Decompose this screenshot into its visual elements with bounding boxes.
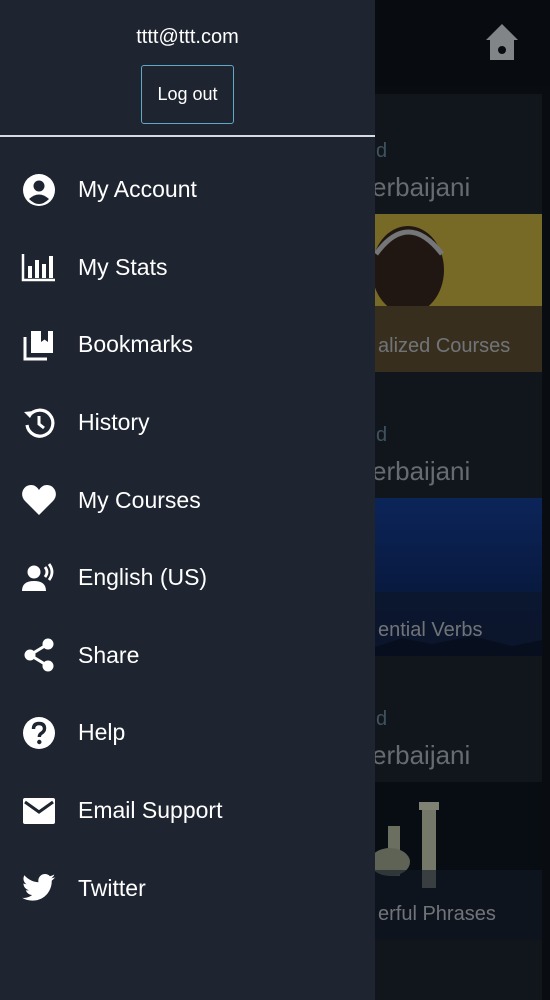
- voice-language-icon: [20, 559, 58, 597]
- menu-item-twitter[interactable]: Twitter: [0, 849, 375, 927]
- menu-item-my-stats[interactable]: My Stats: [0, 229, 375, 307]
- heart-icon: [20, 481, 58, 519]
- bar-chart-icon: [20, 248, 58, 286]
- history-icon: [20, 404, 58, 442]
- menu-item-label: My Stats: [78, 253, 168, 280]
- help-icon: [20, 714, 58, 752]
- menu-item-my-courses[interactable]: My Courses: [0, 461, 375, 539]
- menu-item-label: Help: [78, 719, 126, 746]
- menu-item-label: Bookmarks: [78, 331, 194, 358]
- drawer-header: tttt@ttt.com Log out: [0, 0, 375, 137]
- menu-item-label: English (US): [78, 564, 208, 591]
- menu-item-label: Share: [78, 641, 140, 668]
- menu-item-label: Email Support: [78, 797, 223, 824]
- menu-item-label: History: [78, 409, 150, 436]
- twitter-icon: [20, 869, 58, 907]
- account-circle-icon: [20, 171, 58, 209]
- menu-item-history[interactable]: History: [0, 384, 375, 462]
- menu-item-label: My Courses: [78, 486, 201, 513]
- app-screen: d erbaijani alized Courses d erbaijani e…: [0, 0, 550, 1000]
- bookmarks-icon: [20, 326, 58, 364]
- drawer-menu: My Account My Stats Bookmarks History My…: [0, 137, 375, 927]
- menu-item-my-account[interactable]: My Account: [0, 151, 375, 229]
- menu-item-help[interactable]: Help: [0, 694, 375, 772]
- user-email: tttt@ttt.com: [136, 26, 239, 48]
- email-icon: [20, 792, 58, 830]
- menu-item-bookmarks[interactable]: Bookmarks: [0, 306, 375, 384]
- logout-button[interactable]: Log out: [141, 65, 234, 124]
- menu-item-label: My Account: [78, 176, 197, 203]
- menu-item-email-support[interactable]: Email Support: [0, 772, 375, 850]
- menu-item-language[interactable]: English (US): [0, 539, 375, 617]
- menu-item-label: Twitter: [78, 874, 146, 901]
- navigation-drawer: tttt@ttt.com Log out My Account My Stats…: [0, 0, 375, 1000]
- share-icon: [20, 636, 58, 674]
- menu-item-share[interactable]: Share: [0, 617, 375, 695]
